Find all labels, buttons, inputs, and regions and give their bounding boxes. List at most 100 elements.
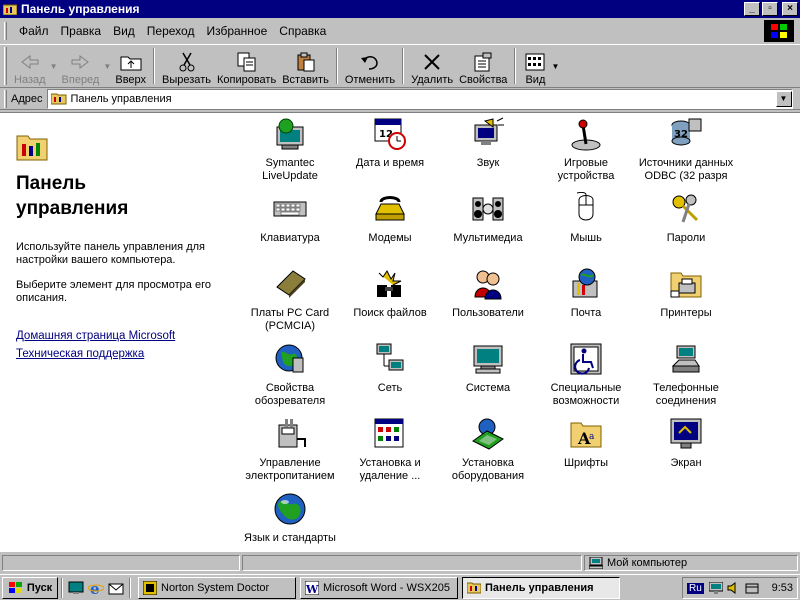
- cut-button[interactable]: Вырезать: [159, 46, 214, 86]
- joystick-icon: [569, 117, 603, 151]
- address-grip[interactable]: [4, 89, 7, 108]
- show-desktop-icon[interactable]: [66, 578, 86, 598]
- applet-label: Звук: [476, 157, 500, 169]
- outlook-express-icon[interactable]: [106, 578, 126, 598]
- status-panel-size: [242, 555, 582, 571]
- language-indicator[interactable]: Ru: [687, 582, 704, 594]
- applet-label: Источники данных ODBC (32 разря: [638, 157, 734, 182]
- menu-edit[interactable]: Правка: [55, 24, 108, 38]
- address-value[interactable]: Панель управления: [71, 93, 776, 105]
- maximize-button[interactable]: ▫: [762, 2, 778, 16]
- speaker-tray-icon[interactable]: [726, 580, 742, 596]
- task-label: Microsoft Word - WSX205: [323, 581, 450, 594]
- title-line-2: управления: [16, 198, 129, 219]
- applet-mail[interactable]: Почта: [536, 267, 636, 320]
- applet-label: Пользователи: [452, 307, 524, 319]
- forward-button[interactable]: Вперед: [59, 46, 103, 86]
- task-microsoft-word[interactable]: W Microsoft Word - WSX205: [300, 576, 458, 599]
- address-dropdown-icon[interactable]: ▼: [775, 90, 792, 107]
- toolbar: Назад ▼ Вперед ▼ Вверх Вырезать Копирова…: [0, 44, 800, 88]
- menu-view[interactable]: Вид: [107, 24, 141, 38]
- applet-printers-folder[interactable]: Принтеры: [636, 267, 736, 320]
- applet-add-hardware[interactable]: Установка оборудования: [438, 417, 538, 483]
- scheduler-tray-icon[interactable]: [744, 580, 760, 596]
- applet-system[interactable]: Система: [438, 342, 538, 395]
- address-field[interactable]: Панель управления ▼: [46, 88, 793, 109]
- applet-joystick[interactable]: Игровые устройства: [536, 117, 636, 183]
- applet-network[interactable]: Сеть: [340, 342, 440, 395]
- status-bar: Мой компьютер: [0, 553, 800, 573]
- delete-button[interactable]: Удалить: [408, 46, 456, 86]
- folder-view: Панель управления Используйте панель упра…: [0, 112, 800, 552]
- applet-speaker[interactable]: Звук: [438, 117, 538, 170]
- paste-clipboard-icon: [294, 52, 318, 72]
- pccard-icon: [273, 267, 307, 301]
- internet-options-icon: [273, 342, 307, 376]
- back-dropdown-icon[interactable]: ▼: [49, 46, 59, 86]
- applet-label: Язык и стандарты: [244, 532, 336, 544]
- up-button[interactable]: Вверх: [112, 46, 149, 86]
- start-button[interactable]: Пуск: [2, 576, 58, 599]
- toolbar-separator: [514, 48, 517, 84]
- applet-accessibility[interactable]: Специальные возможности: [536, 342, 636, 408]
- applet-label: Почта: [570, 307, 602, 319]
- task-norton-system-doctor[interactable]: Norton System Doctor: [138, 576, 296, 599]
- applet-liveupdate[interactable]: Symantec LiveUpdate: [240, 117, 340, 183]
- minimize-button[interactable]: _: [744, 2, 760, 16]
- control-panel-icon: [2, 2, 18, 16]
- applet-odbc[interactable]: 32 Источники данных ODBC (32 разря: [636, 117, 736, 183]
- applet-display[interactable]: Экран: [636, 417, 736, 470]
- applet-binoculars[interactable]: Поиск файлов: [340, 267, 440, 320]
- title-bar[interactable]: Панель управления _ ▫ ×: [0, 0, 800, 18]
- view-button[interactable]: Вид: [520, 46, 550, 86]
- mouse-icon: [569, 192, 603, 226]
- applet-regional-globe[interactable]: Язык и стандарты: [240, 492, 340, 545]
- applet-label: Мышь: [570, 232, 602, 244]
- applet-users[interactable]: Пользователи: [438, 267, 538, 320]
- internet-explorer-icon[interactable]: e: [86, 578, 106, 598]
- menu-file[interactable]: Файл: [13, 24, 55, 38]
- monitor-tray-icon[interactable]: [708, 580, 724, 596]
- paste-button[interactable]: Вставить: [279, 46, 332, 86]
- delete-label: Удалить: [411, 74, 454, 86]
- back-button[interactable]: Назад: [11, 46, 49, 86]
- task-control-panel[interactable]: Панель управления: [462, 576, 620, 599]
- control-panel-icon: [466, 580, 482, 596]
- properties-button[interactable]: Свойства: [456, 46, 510, 86]
- applet-modem[interactable]: Модемы: [340, 192, 440, 245]
- menu-help[interactable]: Справка: [273, 24, 332, 38]
- status-panel-zone: Мой компьютер: [584, 555, 798, 571]
- applet-multimedia[interactable]: Мультимедиа: [438, 192, 538, 245]
- tech-support-link[interactable]: Техническая поддержка: [16, 345, 226, 363]
- control-panel-folder-icon: [16, 131, 48, 161]
- undo-button[interactable]: Отменить: [342, 46, 398, 86]
- microsoft-home-link[interactable]: Домашняя страница Microsoft: [16, 327, 226, 345]
- forward-dropdown-icon[interactable]: ▼: [102, 46, 112, 86]
- applet-internet-options[interactable]: Свойства обозревателя: [240, 342, 340, 408]
- applet-power[interactable]: Управление электропитанием: [240, 417, 340, 483]
- speaker-icon: [471, 117, 505, 151]
- applet-telephony[interactable]: Телефонные соединения: [636, 342, 736, 408]
- clock[interactable]: 9:53: [772, 582, 793, 594]
- applet-pccard[interactable]: Платы PC Card (PCMCIA): [240, 267, 340, 333]
- toolbar-grip[interactable]: [4, 47, 7, 85]
- windows-logo: [764, 20, 794, 42]
- applet-fonts[interactable]: Aa Шрифты: [536, 417, 636, 470]
- applet-keys[interactable]: Пароли: [636, 192, 736, 245]
- applet-label: Пароли: [666, 232, 706, 244]
- view-dropdown-icon[interactable]: ▼: [550, 46, 560, 86]
- menu-grip[interactable]: [4, 22, 7, 40]
- copy-button[interactable]: Копировать: [214, 46, 279, 86]
- applet-add-remove[interactable]: Установка и удаление ...: [340, 417, 440, 483]
- applet-label: Поиск файлов: [353, 307, 427, 319]
- system-icon: [471, 342, 505, 376]
- close-button[interactable]: ×: [782, 2, 798, 16]
- window-title: Панель управления: [21, 2, 140, 16]
- view-icons-icon: [523, 52, 547, 72]
- applet-mouse[interactable]: Мышь: [536, 192, 636, 245]
- menu-go[interactable]: Переход: [141, 24, 201, 38]
- applet-keyboard[interactable]: Клавиатура: [240, 192, 340, 245]
- applet-calendar-clock[interactable]: 12 Дата и время: [340, 117, 440, 170]
- menu-favorites[interactable]: Избранное: [200, 24, 273, 38]
- copy-icon: [235, 52, 259, 72]
